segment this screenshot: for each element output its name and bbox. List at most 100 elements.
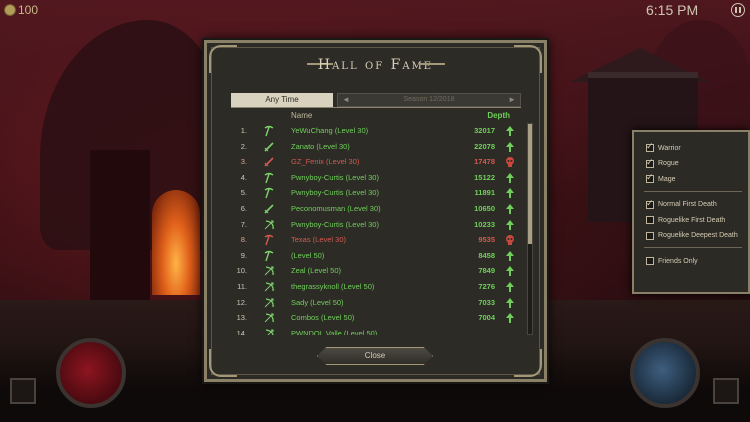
hud-slot-left[interactable] (10, 378, 36, 404)
hall-of-fame-dialog: Hall of Fame Any Time ◄ Season 12/2018 ►… (204, 40, 547, 382)
row-depth: 7004 (478, 313, 495, 323)
leaderboard-list[interactable]: 1. YeWuChang (Level 30) 32017 2. Zanato (Lev… (229, 123, 519, 335)
leaderboard-row[interactable]: 1. YeWuChang (Level 30) 32017 (229, 123, 519, 139)
checkbox[interactable] (646, 141, 654, 152)
row-depth: 22078 (474, 141, 495, 151)
tab-any-time[interactable]: Any Time (231, 93, 333, 107)
leaderboard-row[interactable]: 9. (Level 50) 8458 (229, 248, 519, 264)
filter-panel: Warrior Rogue Mage Normal First Death Roguel… (632, 130, 750, 294)
checkbox[interactable] (646, 216, 654, 224)
leaderboard-row[interactable]: 10. Zeal (Level 50) 7849 (229, 263, 519, 279)
up-arrow-icon (505, 281, 515, 293)
checkbox-label: Warrior (658, 144, 681, 152)
row-player-name: Pwnyboy-Curtis (Level 30) (291, 188, 379, 198)
leaderboard-row[interactable]: 5. Pwnyboy-Curtis (Level 30) 11891 (229, 185, 519, 201)
pickaxe-icon (263, 250, 275, 262)
row-rank: 4. (240, 172, 247, 182)
row-depth: 7033 (478, 297, 495, 307)
row-depth: 10650 (474, 203, 495, 213)
sword-icon (263, 141, 275, 153)
pause-button[interactable] (731, 3, 745, 17)
health-orb (56, 338, 126, 408)
up-arrow-icon (505, 203, 515, 215)
hud-slot-right[interactable] (713, 378, 739, 404)
row-rank: 7. (240, 219, 247, 229)
up-arrow-icon (505, 297, 515, 309)
row-rank: 1. (240, 126, 247, 135)
filter-mode-1[interactable]: Roguelike First Death (646, 214, 725, 226)
checkbox[interactable] (646, 172, 654, 183)
clock: 6:15 PM (646, 2, 699, 18)
tab-underline (231, 107, 521, 108)
scrollbar-thumb[interactable] (528, 124, 532, 244)
row-rank: 10. (236, 266, 247, 276)
leaderboard-row[interactable]: 11. thegrassyknoll (Level 50) 7276 (229, 279, 519, 295)
gold-value: 100 (18, 3, 39, 17)
skull-icon (505, 234, 515, 246)
row-player-name: YeWuChang (Level 30) (291, 126, 369, 135)
leaderboard-row[interactable]: 6. Peconomusman (Level 30) 10650 (229, 201, 519, 217)
leaderboard-row[interactable]: 13. Combos (Level 50) 7004 (229, 310, 519, 326)
filter-friends-only[interactable]: Friends Only (646, 255, 698, 267)
row-player-name: thegrassyknoll (Level 50) (291, 281, 375, 291)
prev-season-arrow-icon[interactable]: ◄ (342, 94, 350, 106)
season-label: Season 12/2018 (403, 96, 455, 103)
checkbox[interactable] (646, 157, 654, 168)
bow-icon (263, 328, 275, 335)
tab-season[interactable]: ◄ Season 12/2018 ► (337, 93, 521, 107)
row-depth: 7276 (478, 281, 495, 291)
row-player-name: GZ_Fenix (Level 30) (291, 157, 360, 167)
leaderboard-row[interactable]: 7. Pwnyboy-Curtis (Level 30) 10233 (229, 217, 519, 233)
up-arrow-icon (505, 265, 515, 277)
dialog-title: Hall of Fame (317, 57, 434, 73)
column-header-name: Name (291, 111, 313, 120)
row-player-name: Peconomusman (Level 30) (291, 203, 381, 213)
checkbox-label: Roguelike First Death (658, 216, 726, 224)
pickaxe-icon (263, 187, 275, 199)
bow-icon (263, 281, 275, 293)
leaderboard-row[interactable]: 14. PWNDOL Valle (Level 50) (229, 326, 519, 335)
row-depth: 9535 (478, 235, 495, 245)
row-rank: 6. (240, 203, 247, 213)
filter-mode-0[interactable]: Normal First Death (646, 198, 717, 211)
bow-icon (263, 219, 275, 231)
close-button[interactable]: Close (317, 347, 433, 365)
ornament-corner (209, 349, 237, 377)
row-rank: 9. (240, 250, 247, 260)
row-depth: 8458 (478, 250, 495, 260)
row-rank: 3. (240, 157, 247, 167)
row-player-name: Pwnyboy-Curtis (Level 30) (291, 219, 379, 229)
skull-icon (505, 156, 515, 168)
row-depth: 10233 (474, 219, 495, 229)
filter-class-mage[interactable]: Mage (646, 172, 676, 185)
tab-bar: Any Time ◄ Season 12/2018 ► (231, 93, 521, 107)
leaderboard-row[interactable]: 4. Pwnyboy-Curtis (Level 30) 15122 (229, 170, 519, 186)
leaderboard-row[interactable]: 12. Sady (Level 50) 7033 (229, 295, 519, 311)
filter-class-rogue[interactable]: Rogue (646, 157, 679, 170)
glowing-doorway (152, 190, 200, 295)
checkbox[interactable] (646, 198, 654, 209)
leaderboard-row[interactable]: 3. GZ_Fenix (Level 30) 17478 (229, 154, 519, 170)
leaderboard-row[interactable]: 8. Texas (Level 30) 9535 (229, 232, 519, 248)
up-arrow-icon (505, 250, 515, 262)
filter-class-warrior[interactable]: Warrior (646, 141, 681, 154)
row-depth: 7849 (478, 266, 495, 276)
sword-icon (263, 156, 275, 168)
leaderboard-row[interactable]: 2. Zanato (Level 30) 22078 (229, 139, 519, 155)
mana-orb (630, 338, 700, 408)
up-arrow-icon (505, 219, 515, 231)
checkbox[interactable] (646, 231, 654, 240)
row-depth: 17478 (474, 157, 495, 167)
row-depth: 11891 (474, 188, 495, 198)
pickaxe-icon (263, 234, 275, 246)
row-rank: 5. (240, 188, 247, 198)
row-rank: 2. (240, 141, 247, 151)
sword-icon (263, 203, 275, 215)
row-rank: 11. (237, 281, 247, 291)
filter-mode-2[interactable]: Roguelike Deepest Death (646, 230, 738, 242)
scrollbar[interactable] (527, 123, 533, 335)
next-season-arrow-icon[interactable]: ► (508, 94, 516, 106)
checkbox-label: Mage (658, 175, 676, 183)
up-arrow-icon (505, 187, 515, 199)
checkbox[interactable] (646, 257, 654, 265)
